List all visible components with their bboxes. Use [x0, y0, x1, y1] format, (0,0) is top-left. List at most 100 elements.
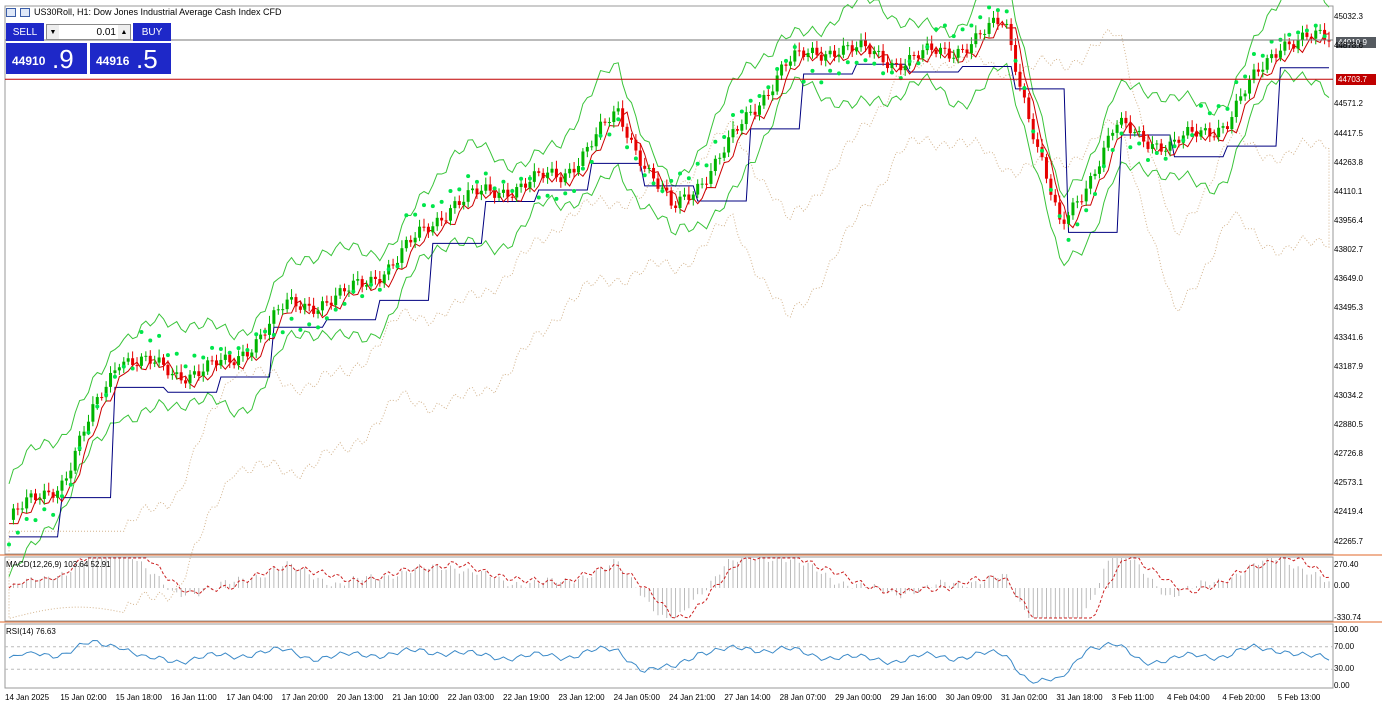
time-axis-label: 17 Jan 04:00 [226, 693, 273, 702]
candle-body [95, 397, 99, 405]
candle-body [232, 362, 236, 366]
candle-body [175, 372, 179, 374]
parabolic-sar-dot [1154, 150, 1159, 155]
parabolic-sar-dot [448, 189, 453, 194]
parabolic-sar-dot [148, 338, 153, 343]
candle-body [660, 187, 664, 189]
sell-button[interactable]: SELL [6, 23, 44, 41]
candle-body [585, 146, 589, 152]
candle-body [841, 45, 845, 55]
parabolic-sar-dot [430, 204, 435, 209]
candle-body [325, 301, 329, 303]
parabolic-sar-dot [836, 71, 841, 76]
candle-body [73, 450, 77, 471]
macd-axis-label: -330.74 [1334, 613, 1362, 622]
candle-body [1106, 135, 1110, 148]
parabolic-sar-dot [731, 113, 736, 118]
candle-body [1062, 219, 1066, 224]
parabolic-sar-dot [1296, 30, 1301, 35]
candle-body [1159, 143, 1163, 152]
candle-body [1195, 131, 1199, 137]
parabolic-sar-dot [810, 68, 815, 73]
parabolic-sar-dot [598, 133, 603, 138]
parabolic-sar-dot [421, 203, 426, 208]
price-axis-label: 43802.7 [1334, 245, 1363, 255]
parabolic-sar-dot [501, 179, 506, 184]
lot-decrease-icon[interactable]: ▼ [47, 25, 59, 39]
candle-body [365, 284, 369, 287]
candle-body [1155, 143, 1159, 145]
parabolic-sar-dot [1137, 141, 1142, 146]
candle-body [188, 374, 192, 384]
tenkan-sen-line [9, 20, 1330, 525]
candle-body [1190, 126, 1194, 132]
lot-size-input[interactable] [59, 25, 118, 39]
candle-body [144, 355, 148, 357]
candle-body [886, 62, 890, 69]
parabolic-sar-dot [280, 330, 285, 335]
parabolic-sar-dot [139, 329, 144, 334]
upper-band-line [8, 0, 1330, 484]
candle-body [806, 53, 810, 57]
parabolic-sar-dot [616, 117, 621, 122]
candle-body [479, 190, 483, 195]
parabolic-sar-dot [863, 58, 868, 63]
time-axis-label: 22 Jan 19:00 [503, 693, 550, 702]
parabolic-sar-dot [86, 430, 91, 435]
candle-body [797, 50, 801, 52]
lot-increase-icon[interactable]: ▲ [118, 25, 130, 39]
price-axis-label: 44878.6 [1334, 41, 1363, 51]
candle-body [828, 50, 832, 55]
parabolic-sar-dot [1084, 208, 1089, 213]
candle-body [612, 111, 616, 123]
candle-body [1292, 44, 1296, 49]
ask-price-box[interactable]: 44916 .5 [90, 43, 171, 74]
price-axis-label: 43341.6 [1334, 332, 1363, 342]
chart-window[interactable] [0, 0, 1382, 710]
parabolic-sar-dot [121, 364, 126, 369]
price-axis-label: 44263.8 [1334, 157, 1363, 167]
price-axis-label: 43956.4 [1334, 215, 1363, 225]
candle-body [528, 181, 532, 188]
one-click-trading-panel: SELL ▼ ▲ BUY 44910 .9 44916 .5 [6, 23, 171, 74]
candle-body [766, 94, 770, 96]
candle-body [254, 339, 258, 353]
candle-body [1128, 123, 1132, 134]
candle-body [572, 168, 576, 173]
parabolic-sar-dot [104, 392, 109, 397]
candle-body [1248, 79, 1252, 94]
candle-body [722, 152, 726, 158]
candle-body [347, 290, 351, 292]
candle-body [850, 45, 854, 52]
parabolic-sar-dot [165, 353, 170, 358]
candle-body [1314, 30, 1318, 39]
candle-body [643, 165, 647, 169]
candle-body [1278, 50, 1282, 58]
parabolic-sar-dot [881, 71, 886, 76]
candle-body [1225, 126, 1229, 130]
buy-button[interactable]: BUY [133, 23, 171, 41]
candle-body [696, 183, 700, 195]
chart-canvas[interactable] [0, 0, 1382, 710]
kijun-sen-line [9, 63, 1329, 538]
parabolic-sar-dot [951, 34, 956, 39]
candle-body [616, 108, 620, 112]
candle-body [819, 54, 823, 61]
candle-body [735, 129, 739, 131]
candle-body [1093, 173, 1097, 177]
parabolic-sar-dot [466, 174, 471, 179]
parabolic-sar-dot [59, 494, 64, 499]
candle-body [877, 50, 881, 52]
candle-body [29, 493, 33, 498]
candle-body [916, 55, 920, 59]
candle-body [1212, 136, 1216, 138]
parabolic-sar-dot [642, 173, 647, 178]
candle-body [245, 351, 249, 357]
parabolic-sar-dot [77, 446, 82, 451]
parabolic-sar-dot [916, 61, 921, 66]
parabolic-sar-dot [218, 346, 223, 351]
bid-price-box[interactable]: 44910 .9 [6, 43, 87, 74]
candle-body [259, 334, 263, 340]
candle-body [351, 280, 355, 291]
parabolic-sar-dot [1057, 214, 1062, 219]
